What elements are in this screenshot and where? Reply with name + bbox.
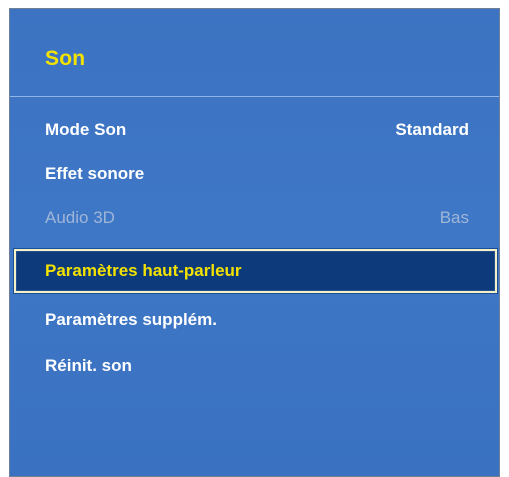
menu-item-label: Audio 3D [45,208,115,227]
menu-item-value: Standard [395,120,469,139]
menu-item-label: Effet sonore [45,164,145,183]
menu-item-label: Paramètres haut-parleur [45,261,242,280]
menu-item-label: Paramètres supplém. [45,310,217,329]
menu-item-label: Réinit. son [45,356,132,375]
menu-item-value: Bas [439,208,469,227]
menu-item-mode-son[interactable]: Mode Son Standard [10,108,499,152]
menu-title: Son [45,47,86,70]
menu-item-parametres-haut-parleur[interactable]: Paramètres haut-parleur [14,249,497,293]
title-divider [10,96,499,97]
menu-item-label: Mode Son [45,120,127,139]
sound-menu-panel: Son Mode Son Standard Effet sonore Audio… [9,8,500,477]
menu-item-effet-sonore[interactable]: Effet sonore [10,152,499,196]
menu-item-audio-3d: Audio 3D Bas [10,196,499,240]
menu-item-parametres-supplem[interactable]: Paramètres supplém. [10,298,499,342]
menu-item-reinit-son[interactable]: Réinit. son [10,344,499,388]
